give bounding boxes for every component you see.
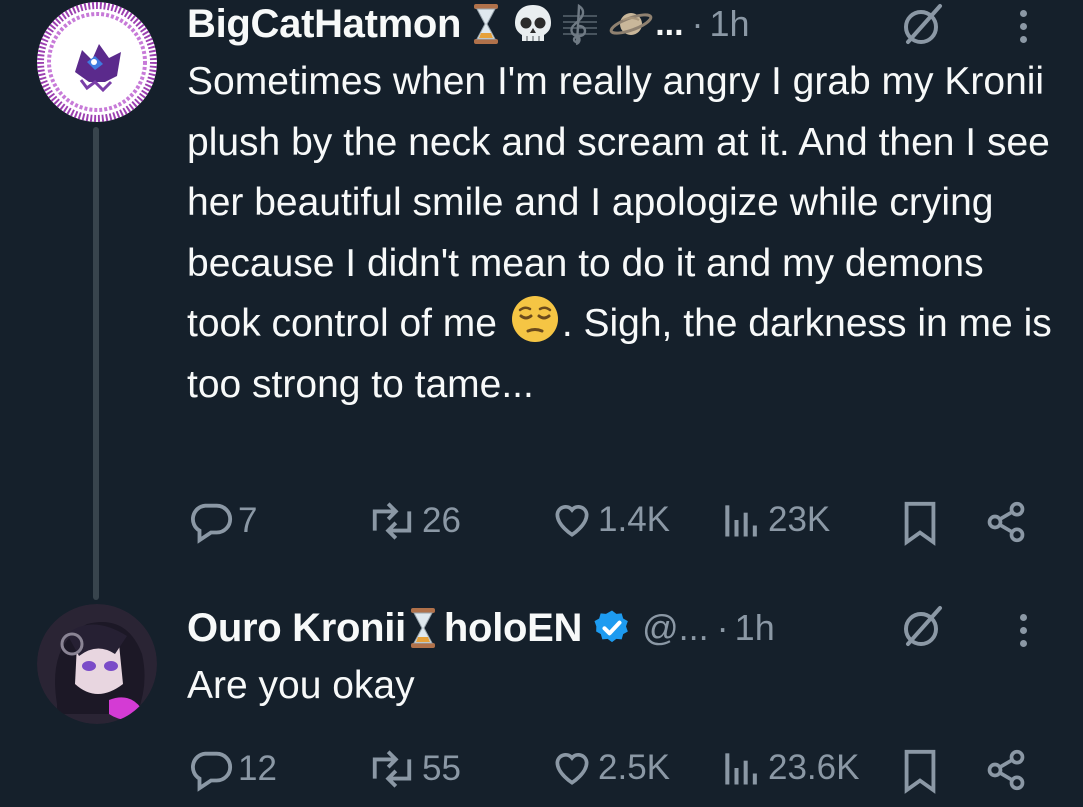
more-options-icon[interactable] — [1015, 606, 1031, 654]
repost-icon — [372, 502, 412, 540]
repost-button[interactable]: 55 — [366, 746, 461, 792]
reply-count: 12 — [238, 749, 277, 788]
separator-dot: · — [716, 607, 729, 648]
like-count: 2.5K — [598, 748, 670, 787]
avatar[interactable] — [37, 604, 157, 724]
like-button[interactable]: 2.5K — [550, 746, 670, 790]
view-count: 23K — [768, 500, 831, 539]
bookmark-icon[interactable] — [902, 500, 938, 551]
post-header: Ouro Kronii holoEN @... · 1h — [187, 604, 775, 652]
reply-button[interactable]: 12 — [188, 746, 277, 792]
share-icon[interactable] — [984, 748, 1028, 797]
hourglass-emoji — [410, 607, 436, 649]
post-header: BigCatHatmon ... · 1h — [187, 0, 750, 48]
pensive-face-emoji — [510, 294, 560, 344]
grok-icon[interactable] — [900, 604, 946, 650]
analytics-icon — [725, 505, 757, 537]
ringed-planet-emoji — [609, 6, 653, 42]
music-clef-emoji — [563, 2, 598, 46]
views-button[interactable]: 23.6K — [720, 746, 859, 790]
post-time[interactable]: 1h — [735, 607, 775, 649]
repost-count: 26 — [422, 501, 461, 540]
analytics-icon — [725, 753, 757, 785]
reply-icon — [191, 503, 233, 544]
more-options-icon[interactable] — [1015, 2, 1031, 50]
separator-dot: · — [691, 3, 704, 44]
reply-button[interactable]: 7 — [188, 498, 257, 544]
name-truncation: ... — [655, 4, 684, 43]
like-count: 1.4K — [598, 500, 670, 539]
post-time[interactable]: 1h — [710, 3, 750, 45]
view-count: 23.6K — [768, 748, 860, 787]
like-button[interactable]: 1.4K — [550, 498, 670, 542]
repost-count: 55 — [422, 749, 461, 788]
post-text: Sometimes when I'm really angry I grab m… — [187, 52, 1057, 415]
thread-connector-line — [93, 127, 99, 600]
post-text: Are you okay — [187, 664, 415, 707]
hourglass-emoji — [473, 3, 499, 45]
verified-badge-icon[interactable] — [592, 608, 632, 648]
avatar[interactable] — [37, 2, 157, 122]
views-button[interactable]: 23K — [720, 498, 830, 542]
heart-icon — [555, 753, 589, 785]
skull-emoji — [513, 3, 553, 45]
user-handle[interactable]: @... — [642, 607, 709, 649]
share-icon[interactable] — [984, 500, 1028, 549]
bookmark-icon[interactable] — [902, 748, 938, 799]
repost-icon — [372, 750, 412, 788]
reply-icon — [191, 751, 233, 792]
heart-icon — [555, 505, 589, 537]
grok-icon[interactable] — [900, 2, 946, 48]
display-name[interactable]: BigCatHatmon — [187, 2, 461, 47]
display-name[interactable]: Ouro Kronii — [187, 606, 406, 651]
reply-count: 7 — [238, 501, 258, 540]
display-name-suffix[interactable]: holoEN — [444, 606, 582, 651]
repost-button[interactable]: 26 — [366, 498, 461, 544]
